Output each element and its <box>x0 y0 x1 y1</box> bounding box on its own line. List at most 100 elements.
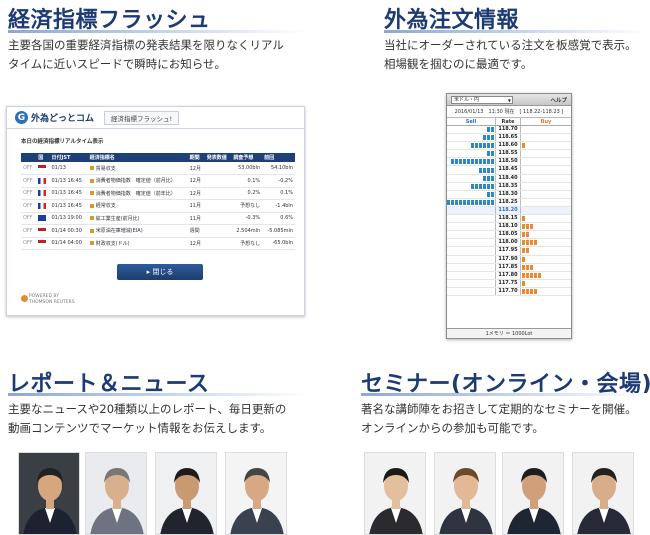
rate-cell: 118.00 <box>495 239 521 247</box>
order-row: 117.90 <box>447 255 571 264</box>
date-cell: 01/13 19:00 <box>49 212 88 225</box>
indicator-name: 米原油在庫増減(EIA) <box>95 228 143 235</box>
lecturer-photo-3 <box>502 452 564 535</box>
buy-bar <box>522 216 525 222</box>
flash-desc-line-1: 主要各国の重要経済指標の発表結果を限りなくリアル <box>8 38 284 52</box>
buy-bar <box>522 232 525 238</box>
indicator-row[interactable]: OFF 01/14 04:00 財政収支(ドル) 12月 予想なし -65.0bln <box>21 237 295 250</box>
sell-bar <box>475 143 478 149</box>
close-button[interactable]: ▸ 閉じる <box>117 264 203 280</box>
status-cell: OFF <box>21 174 37 188</box>
sell-bar <box>491 191 494 197</box>
indicator-row[interactable]: OFF 01/13 貿易収支 12月 53.00bln 54.10bln <box>21 162 295 175</box>
previous-cell: -5.085mln <box>262 224 295 238</box>
buy-bar <box>530 224 533 230</box>
period-cell: 12月 <box>187 174 205 188</box>
currency-pair-select[interactable]: 米ドル・円 <box>451 95 513 104</box>
buy-bar-cell <box>521 142 571 149</box>
order-row: 117.80 <box>447 271 571 280</box>
forecast-cell: 53.00bln <box>231 162 263 175</box>
status-cell: OFF <box>21 212 37 225</box>
sell-column-label: Sell <box>465 119 477 125</box>
previous-cell: 0.6% <box>262 212 295 225</box>
flash-section-desc: 主要各国の重要経済指標の発表結果を限りなくリアル タイムに近いスピードで瞬時にお… <box>8 36 328 74</box>
indicator-row[interactable]: OFF 01/13 16:45 消費者物価指数 確定値（前月比） 12月 0.1% -0.… <box>21 174 295 188</box>
rate-cell: 118.50 <box>495 158 521 166</box>
order-board-timestamp: 2016/01/13 11:30 現在 [ 118.22-118.23 ] <box>447 106 571 118</box>
sell-bar <box>491 167 494 173</box>
sell-bar-cell <box>447 126 495 133</box>
sell-bar <box>459 199 462 205</box>
order-row: 117.70 <box>447 287 571 296</box>
buy-bar <box>522 224 525 230</box>
report-desc-line-2: 動画コンテンツでマーケット情報をお伝えします。 <box>8 421 272 435</box>
sell-bar-cell <box>447 288 495 295</box>
speaker-photo-4 <box>225 452 287 535</box>
indicator-row[interactable]: OFF 01/13 16:45 経常収支 11月 予想なし -1.4bln <box>21 199 295 213</box>
buy-bar-cell <box>521 272 571 279</box>
flag-eu-icon <box>38 215 47 221</box>
report-desc-line-1: 主要なニュースや20種類以上のレポート、毎日更新の <box>8 402 287 416</box>
sell-bar <box>487 127 490 133</box>
forecast-cell: 予想なし <box>231 199 263 213</box>
name-cell: 鉱工業生産(前月比) <box>87 212 188 225</box>
col-country: 国 <box>36 153 50 162</box>
sell-bar <box>491 127 494 133</box>
period-cell: 週間 <box>187 224 205 238</box>
forecast-cell: 2.504mln <box>231 224 263 238</box>
sell-bar <box>479 183 482 189</box>
order-row: 118.70 <box>447 126 571 135</box>
buy-bar <box>526 264 529 270</box>
buy-bar <box>522 143 525 149</box>
lecturer-photo-4 <box>572 452 634 535</box>
rate-cell: 117.95 <box>495 247 521 255</box>
flash-panel: G 外為どっとコム 経済指標フラッシュ! 本日の経済指標リアルタイム表示 国 日… <box>6 106 305 316</box>
indicator-row[interactable]: OFF 01/14 00:30 米原油在庫増減(EIA) 週間 2.504mln -5.0… <box>21 224 295 238</box>
indicator-row[interactable]: OFF 01/13 19:00 鉱工業生産(前月比) 11月 -0.3% 0.6% <box>21 212 295 225</box>
name-cell: 貿易収支 <box>87 162 188 175</box>
sell-bar-cell <box>447 191 495 198</box>
order-row: 118.10 <box>447 223 571 232</box>
sell-bar <box>471 183 474 189</box>
previous-cell: -65.0bln <box>262 237 295 250</box>
sell-bar-cell <box>447 272 495 279</box>
buy-bar-cell <box>521 166 571 173</box>
actual-cell <box>204 212 232 225</box>
rate-cell: 118.10 <box>495 223 521 231</box>
rate-cell: 118.35 <box>495 182 521 190</box>
flag-fr-icon <box>38 190 47 196</box>
date-cell: 01/13 <box>49 162 88 175</box>
rate-cell: 118.25 <box>495 198 521 206</box>
help-link[interactable]: ヘルプ <box>550 96 567 104</box>
buy-bar-cell <box>521 150 571 157</box>
report-section-desc: 主要なニュースや20種類以上のレポート、毎日更新の 動画コンテンツでマーケット情… <box>8 400 328 438</box>
sell-bar-cell <box>447 247 495 254</box>
order-row: 118.35 <box>447 182 571 191</box>
buy-bar <box>526 240 529 246</box>
flag-cell <box>36 187 50 200</box>
buy-bar <box>534 272 537 278</box>
order-board-header: Sell Rate Buy <box>447 118 571 126</box>
rate-cell: 117.90 <box>495 255 521 263</box>
sell-bar-cell <box>447 134 495 141</box>
previous-cell: 54.10bln <box>262 162 295 175</box>
indicator-name: 鉱工業生産(前月比) <box>95 215 140 222</box>
sell-bar <box>487 143 490 149</box>
buy-bar <box>522 280 525 286</box>
indicator-icon <box>89 203 94 208</box>
sell-bar <box>487 159 490 165</box>
rate-cell: 117.75 <box>495 279 521 287</box>
date-cell: 01/13 16:45 <box>49 187 88 200</box>
buy-bar <box>522 240 525 246</box>
buy-bar-cell <box>521 215 571 222</box>
sell-bar <box>475 199 478 205</box>
indicator-row[interactable]: OFF 01/13 16:45 消費者物価指数 確定値（前年比） 12月 0.2% 0.1… <box>21 187 295 200</box>
flash-panel-subtitle: 本日の経済指標リアルタイム表示 <box>21 139 104 145</box>
sell-bar <box>487 151 490 157</box>
order-desc-line-1: 当社にオーダーされている注文を板感覚で表示。 <box>384 38 637 52</box>
order-row: 117.85 <box>447 263 571 272</box>
forecast-cell: 0.2% <box>231 187 263 200</box>
period-cell: 12月 <box>187 162 205 175</box>
sell-bar <box>483 183 486 189</box>
col-date: 日付JST <box>49 153 88 162</box>
